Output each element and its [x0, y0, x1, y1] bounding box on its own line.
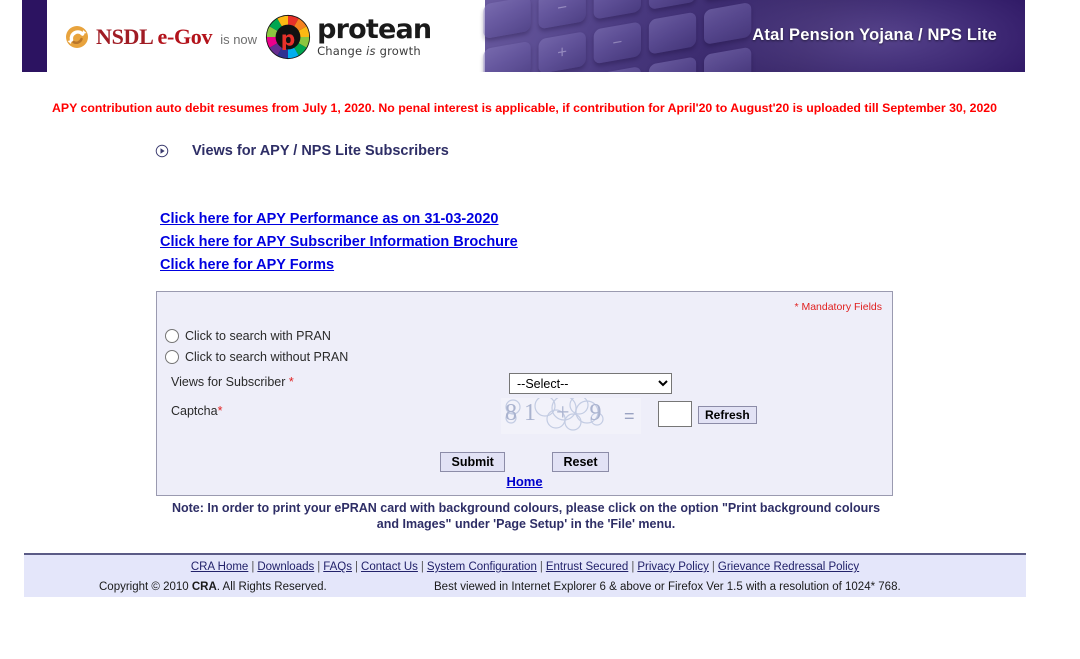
footer-link-downloads[interactable]: Downloads [257, 561, 314, 573]
document-links-list: Click here for APY Performance as on 31-… [160, 208, 518, 277]
protean-name: protean [317, 14, 432, 46]
link-apy-forms[interactable]: Click here for APY Forms [160, 254, 518, 277]
nsdl-wordmark: NSDL e-Gov [96, 24, 213, 49]
calculator-key: − [538, 0, 586, 30]
protean-logo-icon: p [265, 14, 311, 60]
home-link[interactable]: Home [506, 474, 542, 489]
protean-wordmark: protean Change is growth [317, 14, 432, 59]
footer-links: CRA Home | Downloads | FAQs | Contact Us | Syste… [24, 561, 1026, 573]
footer-link-faqs[interactable]: FAQs [323, 561, 352, 573]
captcha-image: 81 + 9 [501, 398, 641, 434]
banner-title-area: − × + − Atal Pension Yojana / NPS Lite [483, 0, 1025, 72]
section-heading: Views for APY / NPS Lite Subscribers [155, 143, 449, 159]
submit-button[interactable]: Submit [440, 452, 505, 472]
calculator-key [648, 56, 697, 72]
calculator-key [483, 0, 531, 40]
calculator-key [593, 66, 641, 72]
link-apy-brochure[interactable]: Click here for APY Subscriber Informatio… [160, 231, 518, 254]
refresh-captcha-button[interactable]: Refresh [698, 406, 757, 424]
views-for-subscriber-select[interactable]: --Select-- [509, 373, 672, 394]
captcha-input[interactable] [658, 401, 692, 427]
protean-tagline: Change is growth [317, 44, 421, 59]
required-asterisk: * [288, 375, 294, 389]
home-link-row: Home [157, 474, 892, 489]
captcha-equals-sign: = [624, 406, 635, 426]
footer-link-system-configuration[interactable]: System Configuration [427, 561, 537, 573]
footer-link-cra-home[interactable]: CRA Home [191, 561, 249, 573]
is-now-text: is now [220, 31, 258, 47]
mandatory-fields-note: * Mandatory Fields [794, 301, 882, 313]
footer-separator: | [539, 561, 543, 573]
footer-separator: | [631, 561, 635, 573]
radio-label-without-pran: Click to search without PRAN [185, 350, 349, 364]
svg-text:p: p [281, 26, 295, 50]
calculator-key: − [593, 21, 641, 65]
subscriber-search-panel: * Mandatory Fields Click to search with … [156, 291, 893, 496]
circled-play-icon [155, 144, 169, 158]
views-for-subscriber-row: Views for Subscriber * --Select-- [171, 373, 892, 395]
footer-separator: | [355, 561, 359, 573]
print-note: Note: In order to print your ePRAN card … [170, 500, 882, 532]
captcha-challenge-text: 81 + 9 [505, 400, 609, 426]
calculator-key [704, 1, 752, 45]
calculator-key: + [538, 31, 586, 72]
calculator-key [593, 0, 641, 20]
announcement-notice: APY contribution auto debit resumes from… [52, 101, 997, 115]
radio-button-without-pran[interactable] [165, 350, 179, 364]
radio-label-with-pran: Click to search with PRAN [185, 329, 331, 343]
footer-link-privacy-policy[interactable]: Privacy Policy [637, 561, 709, 573]
banner-title: Atal Pension Yojana / NPS Lite [752, 26, 997, 44]
captcha-label: Captcha* [171, 404, 223, 418]
copyright-text: Copyright © 2010 CRA. All Rights Reserve… [99, 581, 327, 593]
calculator-key [704, 46, 752, 72]
reset-button[interactable]: Reset [552, 452, 609, 472]
radio-option-with-pran[interactable]: Click to search with PRAN [165, 329, 331, 343]
footer-link-contact-us[interactable]: Contact Us [361, 561, 418, 573]
print-note-line1: Note: In order to print your ePRAN card … [171, 501, 832, 515]
page-footer: CRA Home | Downloads | FAQs | Contact Us | Syste… [24, 553, 1026, 597]
required-asterisk: * [217, 404, 223, 418]
nsdl-swirl-icon [66, 26, 88, 48]
calculator-key [483, 40, 531, 72]
footer-separator: | [317, 561, 321, 573]
footer-separator: | [420, 561, 424, 573]
views-for-subscriber-label: Views for Subscriber * [171, 375, 294, 389]
footer-link-entrust-secured[interactable]: Entrust Secured [546, 561, 628, 573]
footer-separator: | [251, 561, 255, 573]
captcha-row: Captcha* 81 + 9 = Refresh [171, 398, 892, 434]
footer-separator: | [711, 561, 715, 573]
calculator-key [648, 11, 697, 55]
form-action-buttons: Submit Reset [157, 452, 892, 472]
calculator-key: × [648, 0, 697, 10]
brand-logo-lockup[interactable]: NSDL e-Gov is now p protean Change is gr… [65, 14, 432, 60]
banner-left-accent [22, 0, 47, 72]
page-header-banner: − × + − Atal Pension Yojana / NPS Lite N… [22, 0, 1025, 72]
section-title: Views for APY / NPS Lite Subscribers [192, 143, 449, 159]
best-viewed-text: Best viewed in Internet Explorer 6 & abo… [434, 581, 901, 593]
footer-link-grievance-redressal-policy[interactable]: Grievance Redressal Policy [718, 561, 859, 573]
link-apy-performance[interactable]: Click here for APY Performance as on 31-… [160, 208, 518, 231]
radio-button-with-pran[interactable] [165, 329, 179, 343]
radio-option-without-pran[interactable]: Click to search without PRAN [165, 350, 348, 364]
